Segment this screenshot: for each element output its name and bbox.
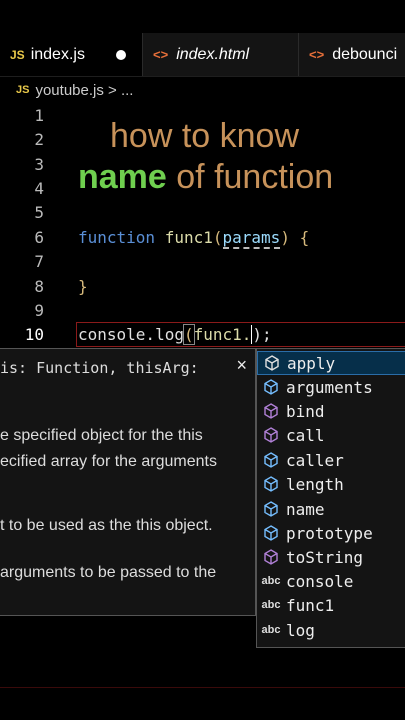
overlay-highlight-word: name — [78, 158, 167, 196]
member-access: func1. — [193, 325, 252, 344]
line-number: 2 — [34, 130, 44, 149]
suggestion-label: apply — [287, 353, 336, 373]
function-name: func1 — [164, 228, 213, 247]
brace: } — [78, 277, 88, 296]
paren: ) — [280, 228, 290, 247]
suggestion-item-prototype[interactable]: prototype — [257, 521, 405, 545]
line-number: 7 — [34, 252, 44, 271]
tab-index-js[interactable]: JS index.js — [0, 33, 143, 76]
tab-index-html[interactable]: <> index.html — [143, 33, 299, 76]
suggestion-label: toString — [286, 547, 364, 567]
unsaved-dot-icon[interactable] — [116, 49, 126, 60]
divider — [0, 687, 405, 688]
property-icon — [260, 476, 282, 492]
html-file-icon: <> — [309, 47, 325, 62]
tab-label: index.js — [30, 45, 85, 63]
javascript-file-icon: JS — [16, 84, 30, 96]
overlay-title-line2: name of function — [78, 158, 333, 197]
code-line-8[interactable]: } — [78, 277, 88, 296]
method-cube-icon — [260, 427, 282, 443]
breadcrumb[interactable]: JS youtube.js > ... — [0, 76, 405, 104]
tab-debounce[interactable]: <> debounci — [299, 33, 405, 76]
suggestion-label: length — [286, 474, 344, 494]
suggestion-item-bind[interactable]: bind — [257, 399, 405, 423]
suggestion-item-length[interactable]: length — [257, 472, 405, 496]
line-number: 6 — [34, 228, 44, 247]
suggestion-item-caller[interactable]: caller — [257, 448, 405, 472]
brace: { — [289, 228, 310, 247]
console-call: console.log — [78, 325, 184, 344]
tab-label: debounci — [332, 45, 398, 63]
editor-tab-bar: JS index.js <> index.html <> debounci — [0, 33, 405, 77]
closing-paren: ); — [252, 325, 272, 344]
line-number: 5 — [34, 203, 44, 222]
line-number: 9 — [34, 301, 44, 320]
property-icon — [260, 379, 282, 395]
html-file-icon: <> — [153, 47, 169, 62]
text-abc-icon: abc — [261, 599, 281, 611]
suggestion-item-func1[interactable]: abc func1 — [257, 593, 405, 617]
property-icon — [260, 525, 282, 541]
signature-doc-line: ecified array for the arguments — [0, 453, 217, 470]
suggestion-item-arguments[interactable]: arguments — [257, 375, 405, 399]
suggestion-item-name[interactable]: name — [257, 497, 405, 521]
overlay-title-line1: how to know — [110, 117, 299, 155]
tab-label: index.html — [176, 45, 250, 63]
close-icon[interactable]: × — [236, 355, 247, 376]
suggestion-label: prototype — [286, 523, 373, 543]
code-line-10[interactable]: console.log(func1.); — [78, 324, 272, 345]
line-number: 3 — [34, 155, 44, 174]
suggestion-item-tostring[interactable]: toString — [257, 545, 405, 569]
keyword: function — [78, 228, 156, 247]
line-number: 4 — [34, 179, 44, 198]
parameter: params — [222, 228, 281, 249]
suggestion-label: caller — [286, 450, 344, 470]
line-number: 1 — [34, 106, 44, 125]
suggestion-label: func1 — [286, 595, 335, 615]
property-icon — [260, 452, 282, 468]
property-icon — [260, 501, 282, 517]
method-cube-icon — [260, 403, 282, 419]
text-abc-icon: abc — [261, 575, 281, 587]
suggestion-label: console — [286, 571, 354, 591]
overlay-title-rest: of function — [166, 158, 334, 196]
method-cube-icon — [260, 549, 282, 565]
paren: ( — [183, 324, 195, 345]
current-line-number: 10 — [24, 325, 44, 344]
suggestion-item-console[interactable]: abc console — [257, 569, 405, 593]
suggestion-item-log[interactable]: abc log — [257, 618, 405, 642]
suggestion-label: bind — [286, 401, 325, 421]
suggestion-item-call[interactable]: call — [257, 423, 405, 447]
signature-header: is: Function, thisArg: — [0, 359, 199, 377]
paren: ( — [212, 228, 223, 247]
suggestion-label: name — [286, 499, 325, 519]
suggestion-label: arguments — [286, 377, 373, 397]
method-cube-icon — [261, 355, 283, 371]
suggestion-item-apply[interactable]: apply — [257, 351, 405, 375]
text-abc-icon: abc — [261, 624, 281, 636]
breadcrumb-path[interactable]: youtube.js > ... — [35, 82, 133, 99]
signature-doc-line: arguments to be passed to the — [0, 564, 217, 581]
signature-doc-line: e specified object for the this — [0, 427, 203, 444]
autocomplete-list: apply arguments bind call caller length … — [256, 348, 405, 648]
signature-help-panel: is: Function, thisArg: × e specified obj… — [0, 348, 256, 616]
line-number: 8 — [34, 277, 44, 296]
signature-doc-line: t to be used as the this object. — [0, 517, 213, 534]
suggestion-label: log — [286, 620, 315, 640]
suggestion-label: call — [286, 425, 325, 445]
javascript-file-icon: JS — [10, 47, 25, 62]
code-line-6[interactable]: function func1(params) { — [78, 228, 310, 249]
